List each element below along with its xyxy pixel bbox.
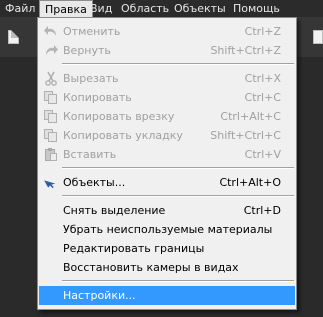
menu-file[interactable]: Файл <box>0 0 40 17</box>
document-icon[interactable] <box>313 30 323 44</box>
menu-item-label: Вернуть <box>63 44 111 57</box>
pointer-arrow-icon <box>43 175 59 190</box>
menu-item-label: Копировать укладку <box>63 129 183 142</box>
menu-item-label: Копировать врезку <box>63 110 175 123</box>
menu-item-copy-layout[interactable]: Копировать укладку Shift+Ctrl+C <box>39 126 295 145</box>
edit-menu-dropdown: Отменить Ctrl+Z Вернуть Shift+Ctrl+Z Выр… <box>37 17 297 310</box>
copy-layout-icon <box>43 128 59 143</box>
menu-item-shortcut: Ctrl+C <box>244 91 281 104</box>
menu-item-deselect[interactable]: Снять выделение Ctrl+D <box>39 201 295 220</box>
menu-item-paste[interactable]: Вставить Ctrl+V <box>39 145 295 164</box>
menu-item-shortcut: Ctrl+Z <box>244 25 281 38</box>
menu-item-label: Редактировать границы <box>63 242 205 255</box>
menu-item-label: Настройки... <box>63 289 136 302</box>
menu-bar: Файл Правка Вид Область Объекты Помощь <box>0 0 323 17</box>
menu-objects[interactable]: Объекты <box>169 0 231 17</box>
menu-item-redo[interactable]: Вернуть Shift+Ctrl+Z <box>39 41 295 60</box>
menu-item-shortcut: Shift+Ctrl+C <box>210 129 281 142</box>
menu-item-label: Вырезать <box>63 72 119 85</box>
menu-view[interactable]: Вид <box>85 0 117 17</box>
menu-separator <box>62 195 294 197</box>
menu-item-shortcut: Ctrl+D <box>243 204 281 217</box>
menu-item-shortcut: Ctrl+V <box>244 148 281 161</box>
menu-item-edit-bounds[interactable]: Редактировать границы <box>39 239 295 258</box>
redo-icon <box>43 43 59 58</box>
menu-item-undo[interactable]: Отменить Ctrl+Z <box>39 22 295 41</box>
menu-item-shortcut: Shift+Ctrl+Z <box>210 44 281 57</box>
menu-item-settings[interactable]: Настройки... <box>39 286 295 305</box>
paste-icon <box>43 147 59 162</box>
menu-item-shortcut: Ctrl+Alt+O <box>219 176 281 189</box>
copy-inset-icon <box>43 109 59 124</box>
menu-item-cut[interactable]: Вырезать Ctrl+X <box>39 69 295 88</box>
menu-item-label: Восстановить камеры в видах <box>63 261 239 274</box>
copy-icon <box>43 90 59 105</box>
menu-separator <box>62 63 294 65</box>
scissors-icon <box>43 71 59 86</box>
menu-item-restore-cameras[interactable]: Восстановить камеры в видах <box>39 258 295 277</box>
menu-item-label: Убрать неиспользуемые материалы <box>63 223 273 236</box>
menu-item-label: Объекты... <box>63 176 126 189</box>
menu-region[interactable]: Область <box>116 0 174 17</box>
menu-item-objects[interactable]: Объекты... Ctrl+Alt+O <box>39 173 295 192</box>
undo-icon <box>43 24 59 39</box>
menu-item-remove-unused-materials[interactable]: Убрать неиспользуемые материалы <box>39 220 295 239</box>
menu-separator <box>62 167 294 169</box>
menu-item-label: Копировать <box>63 91 132 104</box>
menu-item-label: Вставить <box>63 148 117 161</box>
menu-item-shortcut: Ctrl+X <box>244 72 281 85</box>
menu-item-copy-inset[interactable]: Копировать врезку Ctrl+Alt+C <box>39 107 295 126</box>
menu-item-shortcut: Ctrl+Alt+C <box>220 110 281 123</box>
menu-item-label: Отменить <box>63 25 121 38</box>
menu-item-copy[interactable]: Копировать Ctrl+C <box>39 88 295 107</box>
new-document-icon[interactable] <box>8 30 19 44</box>
menu-separator <box>62 280 294 282</box>
menu-help[interactable]: Помощь <box>228 0 285 17</box>
menu-item-label: Снять выделение <box>63 204 166 217</box>
